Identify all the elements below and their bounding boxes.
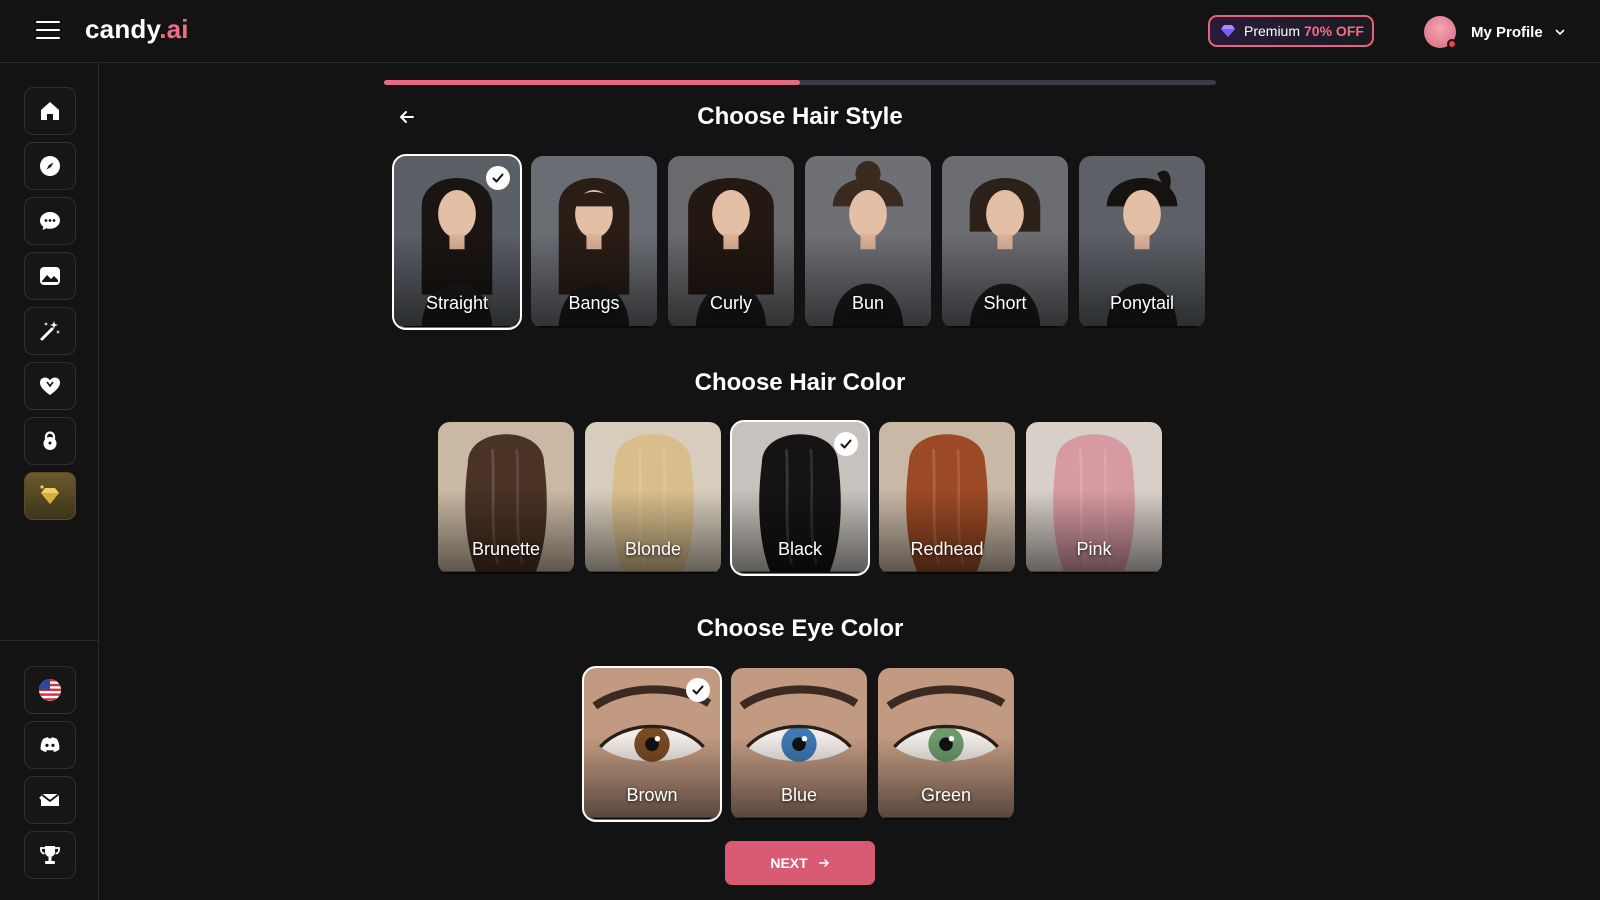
premium-offer: 70% OFF	[1304, 23, 1364, 39]
progress-fill	[384, 80, 800, 85]
notification-dot	[1447, 39, 1457, 49]
hair-color-label: Redhead	[910, 539, 984, 559]
hair-style-card-bun[interactable]: Bun	[805, 156, 931, 328]
sidebar-item-contact[interactable]	[24, 776, 76, 824]
card-shade	[1026, 490, 1162, 574]
hair-style-label: Straight	[425, 293, 489, 313]
hair-style-label: Curly	[709, 293, 752, 313]
card-shade	[879, 490, 1015, 574]
chat-icon	[40, 212, 60, 230]
discord-icon	[40, 737, 60, 752]
sidebar-item-private[interactable]	[24, 417, 76, 465]
logo[interactable]: candy.ai	[85, 14, 189, 45]
gallery-icon	[40, 267, 60, 285]
top-bar: candy.ai Premium 70% OFF My Profile	[0, 0, 1600, 63]
mail-icon	[39, 793, 60, 806]
logo-accent: .ai	[159, 14, 189, 44]
hair-color-card-redhead[interactable]: Redhead	[879, 422, 1015, 574]
check-icon	[834, 432, 858, 456]
arrow-right-icon	[818, 858, 829, 868]
hair-style-label: Ponytail	[1109, 293, 1175, 313]
hair-style-title: Choose Hair Style	[697, 103, 903, 130]
hair-style-card-short[interactable]: Short	[942, 156, 1068, 328]
gem-icon	[1221, 25, 1235, 37]
hair-style-label: Bun	[851, 293, 885, 313]
menu-icon[interactable]	[36, 21, 60, 41]
hair-style-label: Short	[983, 293, 1027, 313]
sidebar-item-premium[interactable]	[24, 472, 76, 520]
card-shade	[584, 736, 720, 820]
hair-color-card-pink[interactable]: Pink	[1026, 422, 1162, 574]
next-button[interactable]: NEXT	[725, 841, 875, 885]
eye-color-label: Blue	[780, 785, 818, 805]
sidebar-item-discord[interactable]	[24, 721, 76, 769]
sidebar-item-generate[interactable]	[24, 307, 76, 355]
logo-main: candy	[85, 14, 160, 44]
hair-color-title: Choose Hair Color	[694, 369, 906, 396]
sidebar-item-explore[interactable]	[24, 142, 76, 190]
trophy-icon	[40, 846, 60, 864]
hair-style-card-ponytail[interactable]: Ponytail	[1079, 156, 1205, 328]
hair-color-card-blonde[interactable]: Blonde	[585, 422, 721, 574]
diamond-icon	[40, 485, 59, 504]
chevron-down-icon	[1555, 29, 1565, 36]
next-label: NEXT	[770, 855, 808, 871]
sidebar-item-leaderboard[interactable]	[24, 831, 76, 879]
hair-style-card-straight[interactable]: Straight	[392, 154, 522, 330]
avatar	[1424, 16, 1457, 49]
premium-button[interactable]: Premium 70% OFF	[1208, 15, 1374, 47]
card-shade	[438, 490, 574, 574]
check-icon	[686, 678, 710, 702]
eye-color-title: Choose Eye Color	[696, 615, 904, 642]
hair-color-label: Brunette	[471, 539, 541, 559]
card-shade	[732, 490, 868, 574]
card-shade	[585, 490, 721, 574]
hair-color-label: Blonde	[624, 539, 682, 559]
eye-color-card-brown[interactable]: Brown	[582, 666, 722, 822]
hair-style-card-curly[interactable]: Curly	[668, 156, 794, 328]
lock-icon	[43, 431, 57, 450]
premium-label: Premium	[1244, 23, 1301, 39]
sidebar-item-chat[interactable]	[24, 197, 76, 245]
hair-color-card-brunette[interactable]: Brunette	[438, 422, 574, 574]
check-icon	[486, 166, 510, 190]
hair-color-label: Pink	[1076, 539, 1112, 559]
sidebar-item-gallery[interactable]	[24, 252, 76, 300]
hair-color-card-black[interactable]: Black	[730, 420, 870, 576]
progress-bar	[384, 80, 1216, 85]
hair-style-card-bangs[interactable]: Bangs	[531, 156, 657, 328]
eye-color-card-green[interactable]: Green	[878, 668, 1014, 820]
sidebar	[0, 63, 99, 900]
sidebar-item-language[interactable]	[24, 666, 76, 714]
magic-wand-icon	[40, 321, 60, 341]
hair-style-label: Bangs	[568, 293, 620, 313]
us-flag-icon	[39, 679, 61, 701]
eye-color-label: Green	[920, 785, 972, 805]
compass-icon	[40, 156, 60, 176]
card-shade	[731, 736, 867, 820]
eye-color-label: Brown	[626, 785, 678, 805]
profile-label: My Profile	[1471, 23, 1543, 41]
hair-color-label: Black	[777, 539, 822, 559]
eye-color-card-blue[interactable]: Blue	[731, 668, 867, 820]
profile-menu[interactable]: My Profile	[1424, 14, 1565, 50]
card-shade	[878, 736, 1014, 820]
